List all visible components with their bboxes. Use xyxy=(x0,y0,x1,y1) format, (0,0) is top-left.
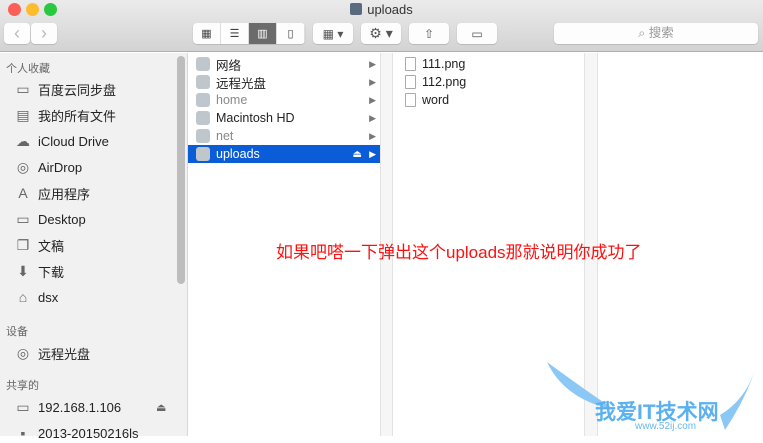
column-view-button[interactable]: ▥ xyxy=(249,23,277,44)
annotation-text: 如果吧嗒一下弹出这个uploads那就说明你成功了 xyxy=(276,243,642,262)
server-icon xyxy=(196,93,210,107)
back-button[interactable]: ‹ xyxy=(4,23,30,44)
share-button[interactable]: ⇧ xyxy=(409,23,449,44)
airdrop-icon: ◎ xyxy=(16,158,30,175)
document-icon xyxy=(405,93,416,107)
sidebar-item-label: dsx xyxy=(38,289,59,305)
window-title-text: uploads xyxy=(367,2,413,17)
column-item[interactable]: Macintosh HD ▶ xyxy=(188,109,380,127)
chevron-right-icon: ▶ xyxy=(369,94,376,105)
sidebar-item-label: Desktop xyxy=(38,211,86,227)
file-item[interactable]: 111.png xyxy=(393,55,584,73)
sidebar-item[interactable]: A 应用程序 xyxy=(14,183,90,203)
icon-view-button[interactable]: ▦ xyxy=(193,23,221,44)
sidebar-item-label: 2013-20150216ls xyxy=(38,425,139,441)
server-icon xyxy=(196,147,210,161)
favorites-header: 个人收藏 xyxy=(6,63,50,75)
file-name: 112.png xyxy=(422,75,467,89)
watermark-url: www.52ij.com xyxy=(635,421,697,432)
image-file-icon xyxy=(405,57,416,71)
chevron-right-icon: ▶ xyxy=(369,58,376,69)
network-icon xyxy=(196,57,210,71)
title-bar: uploads ‹ › ▦ ☰ ▥ ▯ ▦ ▾ ⚙ ▾ ⇧ ▭ ⌕ 搜索 xyxy=(0,0,763,52)
chevron-right-icon: ▶ xyxy=(369,148,376,159)
all-files-icon: ▤ xyxy=(16,106,30,123)
file-item[interactable]: word xyxy=(393,91,584,109)
window-title: uploads xyxy=(0,2,763,17)
computer-icon: ▭ xyxy=(16,398,30,415)
file-name: 111.png xyxy=(422,57,466,71)
sidebar-item-label: AirDrop xyxy=(38,159,83,175)
sidebar-item[interactable]: ◎ AirDrop xyxy=(14,157,82,177)
column-item[interactable]: 远程光盘 ▶ xyxy=(188,73,380,91)
sidebar-item[interactable]: ⌂ dsx xyxy=(14,287,58,307)
computer-icon: ▪ xyxy=(20,425,26,441)
search-input[interactable]: ⌕ 搜索 xyxy=(554,23,758,44)
sidebar-item-label: 文稿 xyxy=(38,238,65,254)
documents-icon: ❐ xyxy=(16,236,30,253)
chevron-right-icon: ▶ xyxy=(369,76,376,87)
disc-icon: ◎ xyxy=(16,344,30,361)
server-icon xyxy=(350,3,363,15)
coverflow-view-button[interactable]: ▯ xyxy=(277,23,305,44)
sidebar-item[interactable]: ⬇ 下载 xyxy=(14,261,64,281)
sidebar-item[interactable]: ❐ 文稿 xyxy=(14,235,64,255)
column-item[interactable]: home ▶ xyxy=(188,91,380,109)
sidebar-scrollbar[interactable] xyxy=(177,56,185,284)
server-icon xyxy=(196,129,210,143)
arrange-button[interactable]: ▦ ▾ xyxy=(313,23,353,44)
sidebar-item-label: iCloud Drive xyxy=(38,133,109,149)
sidebar-item[interactable]: ☁ iCloud Drive xyxy=(14,131,109,151)
chevron-right-icon: ▶ xyxy=(369,130,376,141)
watermark: 我爱IT技术网 www.52ij.com xyxy=(545,360,760,436)
sidebar-item-label: 百度云同步盘 xyxy=(38,82,117,98)
sidebar-item[interactable]: ▭ 百度云同步盘 xyxy=(14,79,116,99)
item-label: 远程光盘 xyxy=(216,76,267,91)
item-label: 网络 xyxy=(216,58,242,73)
devices-header: 设备 xyxy=(6,326,28,338)
sidebar-item-label: 远程光盘 xyxy=(38,346,91,362)
sidebar-item-label: 下载 xyxy=(38,264,65,280)
sidebar-item[interactable]: ◎ 远程光盘 xyxy=(14,343,90,363)
list-view-button[interactable]: ☰ xyxy=(221,23,249,44)
sidebar-item[interactable]: ▭ Desktop xyxy=(14,209,86,229)
disc-icon xyxy=(196,75,210,89)
shared-header: 共享的 xyxy=(6,380,39,392)
folder-icon: ▭ xyxy=(16,80,30,97)
downloads-icon: ⬇ xyxy=(17,262,29,279)
item-label: Macintosh HD xyxy=(216,111,295,125)
column-item[interactable]: net ▶ xyxy=(188,127,380,145)
image-file-icon xyxy=(405,75,416,89)
view-mode-selector[interactable]: ▦ ☰ ▥ ▯ xyxy=(193,23,305,44)
eject-icon[interactable]: ⏏ xyxy=(156,401,166,414)
sidebar-item[interactable]: ▭ 192.168.1.106 ⏏ xyxy=(14,397,166,417)
sidebar: 个人收藏 ▭ 百度云同步盘 ▤ 我的所有文件 ☁ iCloud Drive ◎ AirDrop A… xyxy=(0,53,188,441)
file-name: word xyxy=(422,93,450,107)
home-icon: ⌂ xyxy=(18,289,28,305)
chevron-right-icon: ▶ xyxy=(369,112,376,123)
tag-button[interactable]: ▭ xyxy=(457,23,497,44)
sidebar-item-label: 192.168.1.106 xyxy=(38,399,122,415)
item-label: uploads xyxy=(216,147,260,161)
file-item[interactable]: 112.png xyxy=(393,73,584,91)
forward-button[interactable]: › xyxy=(31,23,57,44)
eject-icon[interactable]: ⏏ xyxy=(353,149,362,160)
desktop-icon: ▭ xyxy=(16,210,30,227)
search-icon: ⌕ xyxy=(638,26,646,40)
action-button[interactable]: ⚙ ▾ xyxy=(361,23,401,44)
cloud-icon: ☁ xyxy=(16,132,30,149)
sidebar-item-label: 应用程序 xyxy=(38,186,91,202)
sidebar-item[interactable]: ▤ 我的所有文件 xyxy=(14,105,116,125)
column-item[interactable]: 网络 ▶ xyxy=(188,55,380,73)
search-placeholder: 搜索 xyxy=(648,26,674,40)
sidebar-item-label: 我的所有文件 xyxy=(38,108,117,124)
hard-drive-icon xyxy=(196,111,210,125)
item-label: net xyxy=(216,129,234,143)
applications-icon: A xyxy=(18,185,28,201)
column-item[interactable]: uploads ⏏ ▶ xyxy=(188,145,380,163)
item-label: home xyxy=(216,93,248,107)
sidebar-item[interactable]: ▪ 2013-20150216ls xyxy=(14,423,139,443)
